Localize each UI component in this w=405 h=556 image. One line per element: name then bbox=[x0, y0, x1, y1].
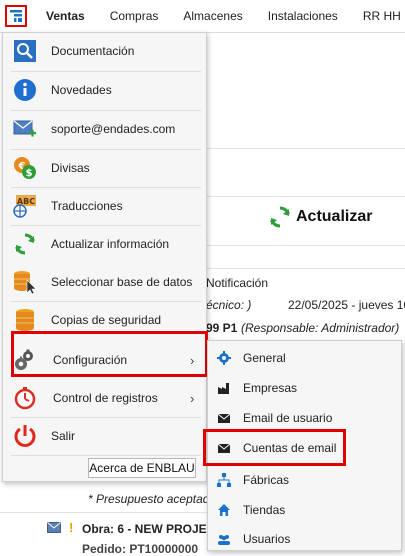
submenu-item-label: Tiendas bbox=[243, 503, 286, 517]
envelope-icon bbox=[217, 411, 231, 425]
app-logo-icon bbox=[9, 9, 23, 23]
submenu-item-general[interactable]: General bbox=[208, 343, 401, 373]
menu-item-divisas[interactable]: € $ Divisas bbox=[3, 149, 206, 187]
cuentas-email-highlight bbox=[203, 429, 346, 466]
divider bbox=[0, 512, 207, 513]
submenu-item-label: General bbox=[243, 351, 286, 365]
notifications-list: * Presupuesto aceptado ! Obra: 6 - NEW P… bbox=[0, 480, 216, 556]
menu-item-novedades[interactable]: Novedades bbox=[3, 71, 206, 109]
date-label: 22/05/2025 - jueves 16: bbox=[288, 298, 405, 312]
submenu-item-label: Fábricas bbox=[243, 473, 290, 487]
stopwatch-icon bbox=[13, 386, 37, 410]
divider bbox=[200, 196, 405, 197]
info-icon bbox=[13, 78, 37, 102]
submenu-item-empresas[interactable]: Empresas bbox=[208, 373, 401, 403]
divider bbox=[200, 245, 405, 246]
menu-item-traducciones[interactable]: ABC Traducciones bbox=[3, 187, 206, 225]
refresh-label: Actualizar bbox=[296, 208, 373, 225]
submenu-item-usuarios[interactable]: Usuarios bbox=[208, 524, 401, 554]
tab-ventas[interactable]: Ventas bbox=[46, 9, 85, 23]
submenu-item-label: Empresas bbox=[243, 381, 298, 395]
tab-rrhh[interactable]: RR HH bbox=[363, 9, 401, 23]
project-code: 99 P1 bbox=[206, 321, 238, 335]
currency-icon: € $ bbox=[13, 156, 37, 180]
module-tabs: Ventas Compras Almacenes Instalaciones R… bbox=[46, 0, 405, 32]
notification-header: Notificación bbox=[206, 276, 269, 290]
menu-item-label: Divisas bbox=[51, 161, 90, 175]
svg-text:$: $ bbox=[26, 168, 33, 179]
factory-icon bbox=[217, 381, 231, 395]
pedido-fragment: Pedido: PT10000000 bbox=[82, 542, 199, 556]
obra-title: Obra: 6 - NEW PROJEC bbox=[82, 522, 216, 536]
menu-item-label: Actualizar información bbox=[51, 237, 170, 251]
tech-label: écnico: ) bbox=[206, 298, 252, 312]
menu-item-label: soporte@endades.com bbox=[51, 122, 176, 136]
chevron-right-icon: › bbox=[190, 390, 195, 406]
submenu-item-label: Email de usuario bbox=[243, 411, 333, 425]
users-icon bbox=[217, 532, 231, 546]
menu-item-label: Novedades bbox=[51, 83, 112, 97]
envelope-icon bbox=[47, 522, 61, 533]
menu-item-label: Seleccionar base de datos bbox=[51, 275, 193, 289]
translation-icon: ABC bbox=[13, 194, 37, 218]
app-dropdown-menu: Documentación Novedades soporte@endades.… bbox=[2, 32, 207, 482]
refresh-icon bbox=[268, 205, 292, 229]
menu-item-actualizar[interactable]: Actualizar información bbox=[3, 225, 206, 263]
menu-item-label: Copias de seguridad bbox=[51, 313, 162, 327]
database-select-icon bbox=[13, 270, 37, 295]
tab-instalaciones[interactable]: Instalaciones bbox=[268, 9, 338, 23]
menu-item-label: Salir bbox=[51, 429, 76, 443]
menu-item-label: Documentación bbox=[51, 44, 135, 58]
search-icon bbox=[13, 39, 37, 63]
refresh-button[interactable]: Actualizar bbox=[268, 205, 372, 229]
submenu-item-tiendas[interactable]: Tiendas bbox=[208, 495, 401, 525]
app-menu-button[interactable] bbox=[5, 5, 27, 27]
menu-item-label: Traducciones bbox=[51, 199, 123, 213]
menu-item-documentacion[interactable]: Documentación bbox=[3, 32, 206, 70]
menu-item-control-registros[interactable]: Control de registros › bbox=[3, 378, 206, 418]
menu-item-soporte[interactable]: soporte@endades.com bbox=[3, 110, 206, 148]
divider bbox=[200, 268, 405, 269]
power-icon bbox=[13, 424, 37, 448]
refresh-icon bbox=[13, 232, 37, 256]
responsable-label: (Responsable: Administrador) bbox=[241, 321, 400, 335]
menu-item-salir[interactable]: Salir bbox=[3, 417, 206, 455]
presupuesto-note: * Presupuesto aceptado bbox=[88, 492, 217, 506]
home-icon bbox=[217, 503, 231, 517]
menu-separator bbox=[11, 455, 201, 456]
email-add-icon bbox=[13, 117, 37, 141]
gear-icon bbox=[217, 351, 231, 365]
warning-icon: ! bbox=[69, 520, 74, 535]
configuracion-highlight bbox=[11, 331, 208, 377]
top-navigation-bar: Ventas Compras Almacenes Instalaciones R… bbox=[0, 0, 405, 33]
divider bbox=[200, 148, 405, 149]
tab-compras[interactable]: Compras bbox=[110, 9, 159, 23]
menu-item-label: Control de registros bbox=[53, 391, 158, 405]
backup-icon bbox=[13, 308, 37, 332]
submenu-item-label: Usuarios bbox=[243, 532, 291, 546]
about-button[interactable]: Acerca de ENBLAU bbox=[88, 458, 196, 478]
menu-item-seleccionar-bd[interactable]: Seleccionar base de datos bbox=[3, 263, 206, 301]
tab-almacenes[interactable]: Almacenes bbox=[183, 9, 242, 23]
submenu-item-fabricas[interactable]: Fábricas bbox=[208, 465, 401, 495]
network-icon bbox=[217, 473, 231, 487]
